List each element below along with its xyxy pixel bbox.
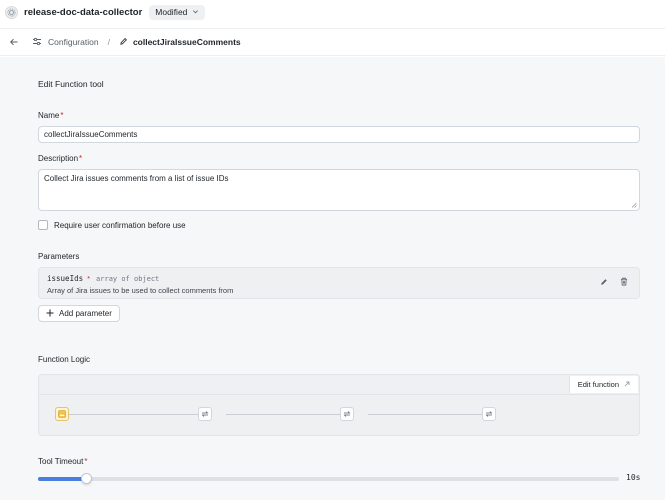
breadcrumb-current-label: collectJiraIssueComments [132,37,241,47]
flow-connector [69,414,212,415]
parameters-label: Parameters [38,252,80,261]
arrow-up-right-icon [624,380,630,389]
description-label: Description* [38,154,83,163]
timeout-slider-fill [38,477,87,481]
description-text: Collect Jira issues comments from a list… [44,174,229,183]
page-title: Edit Function tool [38,79,104,89]
loop-icon[interactable] [482,407,496,421]
parameter-item: issueIds * array of object Array of Jira… [38,267,640,299]
parameter-description: Array of Jira issues to be used to colle… [47,286,234,295]
function-logic-header: Edit function [39,375,639,395]
main-content: Edit Function tool Name* collectJiraIssu… [0,57,665,500]
app-name: release-doc-data-collector [24,6,143,18]
flow-diagram [55,407,500,423]
name-field[interactable]: collectJiraIssueComments [38,126,640,143]
trash-icon[interactable] [618,276,629,287]
edit-function-label: Edit function [577,380,619,389]
edit-function-button[interactable]: Edit function [568,376,638,393]
function-logic-panel: Edit function [38,374,640,436]
name-label: Name* [38,111,64,120]
parameter-type: array of object [96,274,160,283]
timeout-slider-thumb[interactable] [81,473,93,484]
image-icon[interactable] [55,407,69,421]
confirm-checkbox[interactable] [38,220,48,230]
parameter-name: issueIds [47,274,84,283]
pencil-icon [119,37,128,48]
resize-grip-icon[interactable] [631,202,637,208]
timeout-slider[interactable] [38,473,619,484]
breadcrumb-configuration[interactable]: Configuration [32,37,99,48]
flow-connector [226,414,354,415]
status-dropdown[interactable]: Modified [149,4,206,20]
breadcrumb-current: collectJiraIssueComments [119,37,241,48]
breadcrumb: Configuration / collectJiraIssueComments [0,28,665,56]
parameter-required-mark: * [87,274,91,283]
function-logic-label: Function Logic [38,355,91,364]
chevron-down-icon [192,7,199,17]
breadcrumb-configuration-label: Configuration [48,37,99,47]
arrow-left-icon[interactable] [7,35,21,49]
loop-icon[interactable] [198,407,212,421]
sliders-icon [32,37,42,48]
loop-icon[interactable] [340,407,354,421]
add-parameter-label: Add parameter [59,309,112,318]
confirm-label: Require user confirmation before use [54,220,186,230]
description-field[interactable]: Collect Jira issues comments from a list… [38,169,640,211]
confirm-option: Require user confirmation before use [38,220,186,230]
gear-icon[interactable] [5,5,18,19]
timeout-value: 10s [626,473,641,482]
add-parameter-button[interactable]: Add parameter [38,305,120,322]
top-bar: release-doc-data-collector Modified [0,0,665,24]
flow-connector [368,414,496,415]
breadcrumb-separator: / [107,37,110,47]
timeout-label: Tool Timeout* [38,457,88,466]
plus-icon [46,309,54,319]
pencil-icon[interactable] [598,276,609,287]
status-label: Modified [155,7,188,17]
